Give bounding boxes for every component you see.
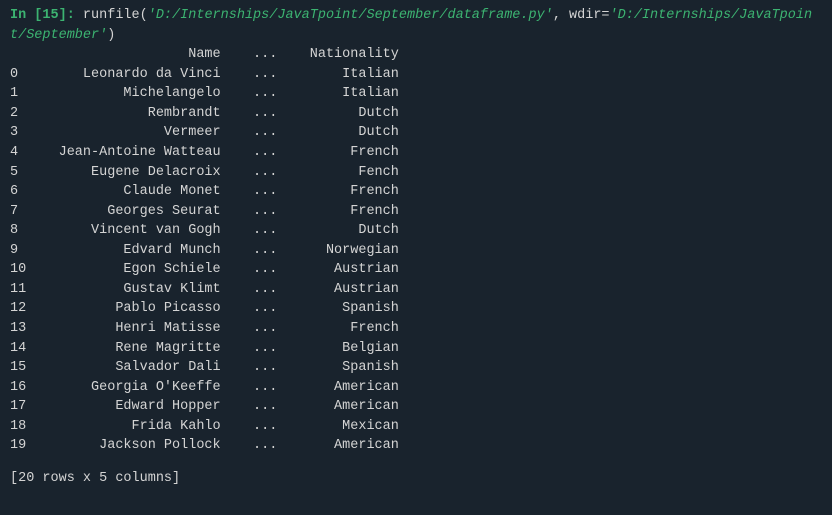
table-row: 18 Frida Kahlo ... Mexican — [10, 417, 822, 437]
table-body: 0 Leonardo da Vinci ... Italian1 Michela… — [10, 65, 822, 456]
table-row: 10 Egon Schiele ... Austrian — [10, 260, 822, 280]
table-row: 2 Rembrandt ... Dutch — [10, 104, 822, 124]
input-prompt-line[interactable]: In [15]: runfile('D:/Internships/JavaTpo… — [10, 6, 822, 45]
command-sep: , — [553, 8, 569, 23]
table-row: 12 Pablo Picasso ... Spanish — [10, 299, 822, 319]
table-row: 9 Edvard Munch ... Norwegian — [10, 241, 822, 261]
blank-line — [10, 456, 822, 470]
table-row: 3 Vermeer ... Dutch — [10, 123, 822, 143]
table-row: 4 Jean-Antoine Watteau ... French — [10, 143, 822, 163]
table-row: 7 Georges Seurat ... French — [10, 202, 822, 222]
table-row: 11 Gustav Klimt ... Austrian — [10, 280, 822, 300]
table-row: 17 Edward Hopper ... American — [10, 397, 822, 417]
table-footer: [20 rows x 5 columns] — [10, 469, 822, 489]
command-close: ) — [107, 28, 115, 43]
table-header: Name ... Nationality — [10, 45, 822, 65]
command-kwarg: wdir= — [569, 8, 610, 23]
table-row: 13 Henri Matisse ... French — [10, 319, 822, 339]
table-row: 15 Salvador Dali ... Spanish — [10, 358, 822, 378]
table-row: 14 Rene Magritte ... Belgian — [10, 339, 822, 359]
table-row: 6 Claude Monet ... French — [10, 182, 822, 202]
command-func: runfile( — [83, 8, 148, 23]
table-row: 1 Michelangelo ... Italian — [10, 84, 822, 104]
command-arg1: 'D:/Internships/JavaTpoint/September/dat… — [148, 8, 553, 23]
table-row: 0 Leonardo da Vinci ... Italian — [10, 65, 822, 85]
prompt-label: In [ — [10, 8, 42, 23]
table-row: 5 Eugene Delacroix ... Fench — [10, 163, 822, 183]
table-row: 19 Jackson Pollock ... American — [10, 436, 822, 456]
prompt-number: 15 — [42, 8, 58, 23]
table-row: 8 Vincent van Gogh ... Dutch — [10, 221, 822, 241]
prompt-close: ]: — [59, 8, 83, 23]
table-row: 16 Georgia O'Keeffe ... American — [10, 378, 822, 398]
